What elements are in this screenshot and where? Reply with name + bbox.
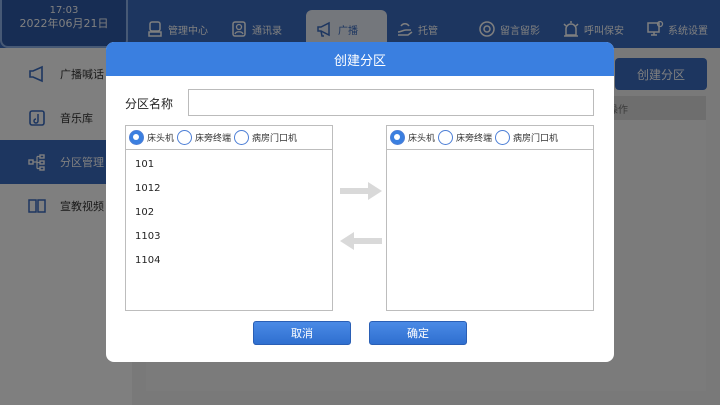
radio-bedside-unit[interactable]: 床头机	[129, 130, 174, 145]
radio-unchecked-icon	[495, 130, 511, 145]
list-item[interactable]: 102	[126, 202, 332, 226]
target-device-panel: 床头机 床旁终端 病房门口机	[386, 125, 594, 311]
radio-ward-door-unit[interactable]: 病房门口机	[495, 130, 558, 145]
radio-label: 床头机	[408, 134, 436, 144]
device-type-radio-group: 床头机 床旁终端 病房门口机	[126, 126, 332, 150]
radio-bedside-unit[interactable]: 床头机	[390, 130, 435, 145]
device-type-radio-group: 床头机 床旁终端 病房门口机	[387, 126, 593, 150]
radio-checked-icon	[390, 130, 405, 145]
list-item[interactable]: 1012	[126, 178, 332, 202]
radio-bedside-terminal[interactable]: 床旁终端	[177, 130, 231, 145]
radio-label: 床旁终端	[456, 134, 493, 144]
list-item[interactable]: 1104	[126, 250, 332, 274]
partition-name-label: 分区名称	[125, 97, 174, 111]
source-device-panel: 床头机 床旁终端 病房门口机 101 1012 102 1103 1104	[125, 125, 333, 311]
move-right-arrow-icon[interactable]	[338, 179, 384, 203]
move-left-arrow-icon[interactable]	[338, 229, 384, 253]
radio-ward-door-unit[interactable]: 病房门口机	[234, 130, 297, 145]
dialog-title: 创建分区	[106, 42, 614, 76]
target-device-list	[387, 150, 593, 154]
radio-checked-icon	[129, 130, 144, 145]
list-item[interactable]: 101	[126, 154, 332, 178]
radio-label: 病房门口机	[252, 134, 298, 144]
radio-unchecked-icon	[438, 130, 454, 145]
radio-label: 病房门口机	[513, 134, 559, 144]
source-device-list: 101 1012 102 1103 1104	[126, 150, 332, 274]
create-partition-dialog: 创建分区 分区名称 床头机 床旁终端 病房门口机 101 1012 102 11…	[106, 42, 614, 362]
radio-unchecked-icon	[234, 130, 250, 145]
radio-bedside-terminal[interactable]: 床旁终端	[438, 130, 492, 145]
confirm-button[interactable]: 确定	[369, 321, 467, 345]
radio-label: 床头机	[147, 134, 175, 144]
radio-unchecked-icon	[177, 130, 193, 145]
radio-label: 床旁终端	[195, 134, 232, 144]
cancel-button[interactable]: 取消	[253, 321, 351, 345]
list-item[interactable]: 1103	[126, 226, 332, 250]
partition-name-input[interactable]	[188, 89, 594, 116]
